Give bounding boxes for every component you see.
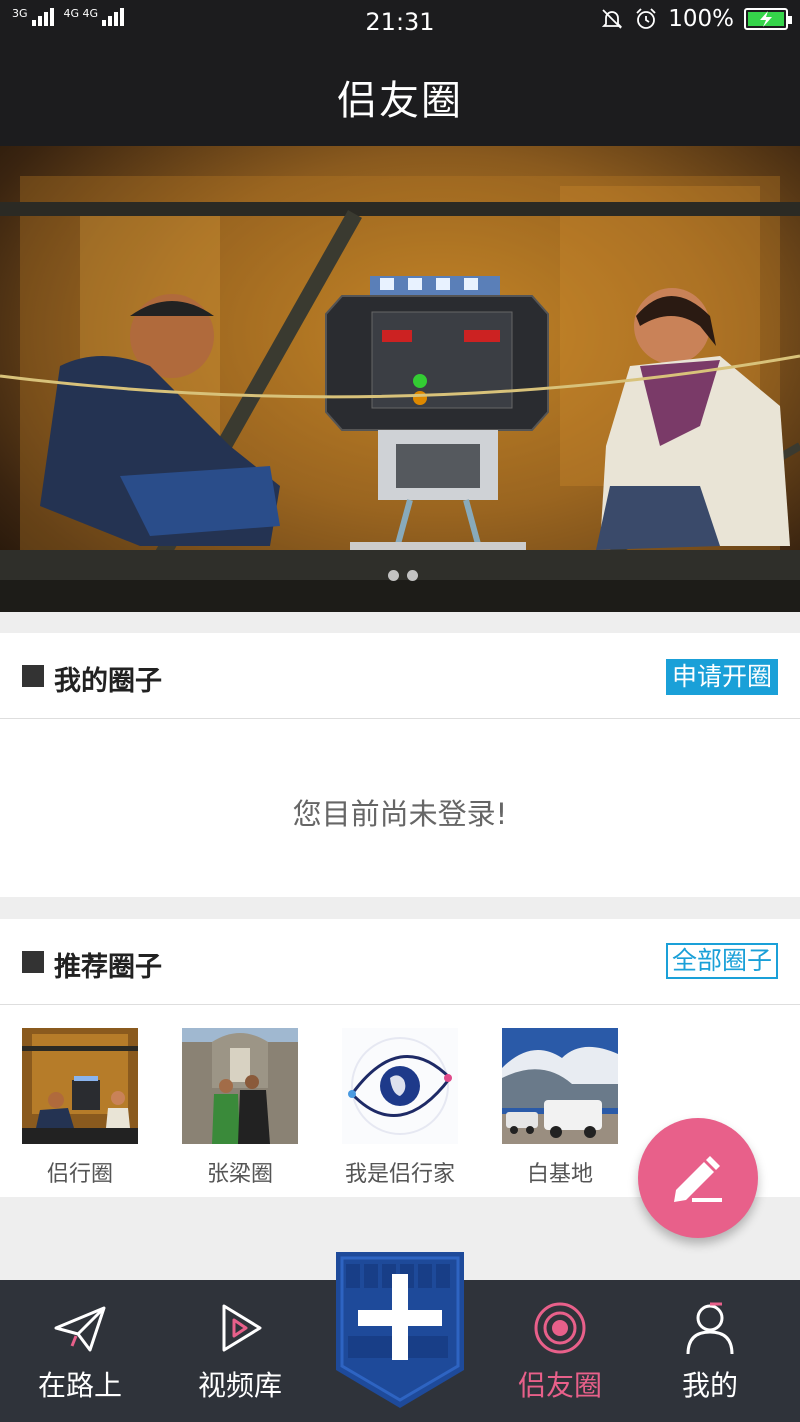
circle-label: 我是侣行家 bbox=[344, 1162, 455, 1187]
my-circles-header: 我的圈子 申请开圈 bbox=[0, 633, 800, 719]
nav-item-friends-circle[interactable]: 侣友圈 bbox=[480, 1280, 640, 1422]
apply-circle-button[interactable]: 申请开圈 bbox=[665, 659, 778, 695]
circle-label: 侣行圈 bbox=[46, 1162, 113, 1187]
section-title: 我的圈子 bbox=[54, 666, 162, 697]
nav-label: 侣友圈 bbox=[517, 1369, 602, 1402]
circle-item[interactable]: 张梁圈 bbox=[182, 1028, 298, 1187]
paper-plane-icon bbox=[54, 1306, 106, 1352]
all-circles-button[interactable]: 全部圈子 bbox=[665, 943, 778, 979]
plus-badge-icon[interactable] bbox=[334, 1252, 466, 1408]
target-icon bbox=[534, 1302, 586, 1354]
nav-label: 视频库 bbox=[197, 1369, 282, 1402]
carousel-dots bbox=[388, 570, 418, 581]
circle-item[interactable]: 侣行圈 bbox=[22, 1028, 138, 1187]
login-prompt-text[interactable]: 您目前尚未登录! bbox=[0, 791, 800, 833]
nav-item-on-the-road[interactable]: 在路上 bbox=[0, 1280, 160, 1422]
status-bar: 3G 4G 4G 21:31 100% bbox=[0, 0, 800, 42]
banner-image bbox=[0, 176, 800, 612]
compose-fab-button[interactable] bbox=[638, 1118, 758, 1238]
circle-label: 白基地 bbox=[526, 1162, 593, 1187]
circle-item[interactable]: 我是侣行家 bbox=[342, 1028, 458, 1187]
app-header: 侣友圈 bbox=[0, 42, 800, 146]
circle-label: 张梁圈 bbox=[206, 1162, 273, 1187]
recommended-header: 推荐圈子 全部圈子 bbox=[0, 919, 800, 1005]
banner-carousel[interactable] bbox=[0, 146, 800, 612]
carousel-dot[interactable] bbox=[407, 570, 418, 581]
nav-item-video-library[interactable]: 视频库 bbox=[160, 1280, 320, 1422]
circle-thumbnail bbox=[182, 1028, 298, 1144]
my-circles-section: 我的圈子 申请开圈 您目前尚未登录! bbox=[0, 633, 800, 897]
mute-bell-icon bbox=[602, 9, 623, 29]
play-icon bbox=[222, 1304, 262, 1352]
circle-thumbnail bbox=[22, 1028, 138, 1144]
section-marker bbox=[22, 951, 44, 973]
battery-percent: 100% bbox=[668, 6, 734, 32]
carousel-dot[interactable] bbox=[388, 570, 399, 581]
circle-thumbnail bbox=[502, 1028, 618, 1144]
section-marker bbox=[22, 665, 44, 687]
circle-thumbnail bbox=[342, 1028, 458, 1144]
battery-icon bbox=[744, 8, 792, 30]
user-icon bbox=[686, 1302, 734, 1355]
pencil-icon bbox=[674, 1156, 722, 1202]
alarm-icon bbox=[636, 8, 656, 29]
nav-label: 我的 bbox=[681, 1369, 738, 1402]
status-right-group: 100% bbox=[600, 6, 792, 32]
page-title: 侣友圈 bbox=[337, 78, 463, 124]
section-title: 推荐圈子 bbox=[54, 952, 162, 983]
nav-label: 在路上 bbox=[37, 1369, 122, 1402]
circle-item[interactable]: 白基地 bbox=[502, 1028, 618, 1187]
nav-item-me[interactable]: 我的 bbox=[630, 1280, 790, 1422]
